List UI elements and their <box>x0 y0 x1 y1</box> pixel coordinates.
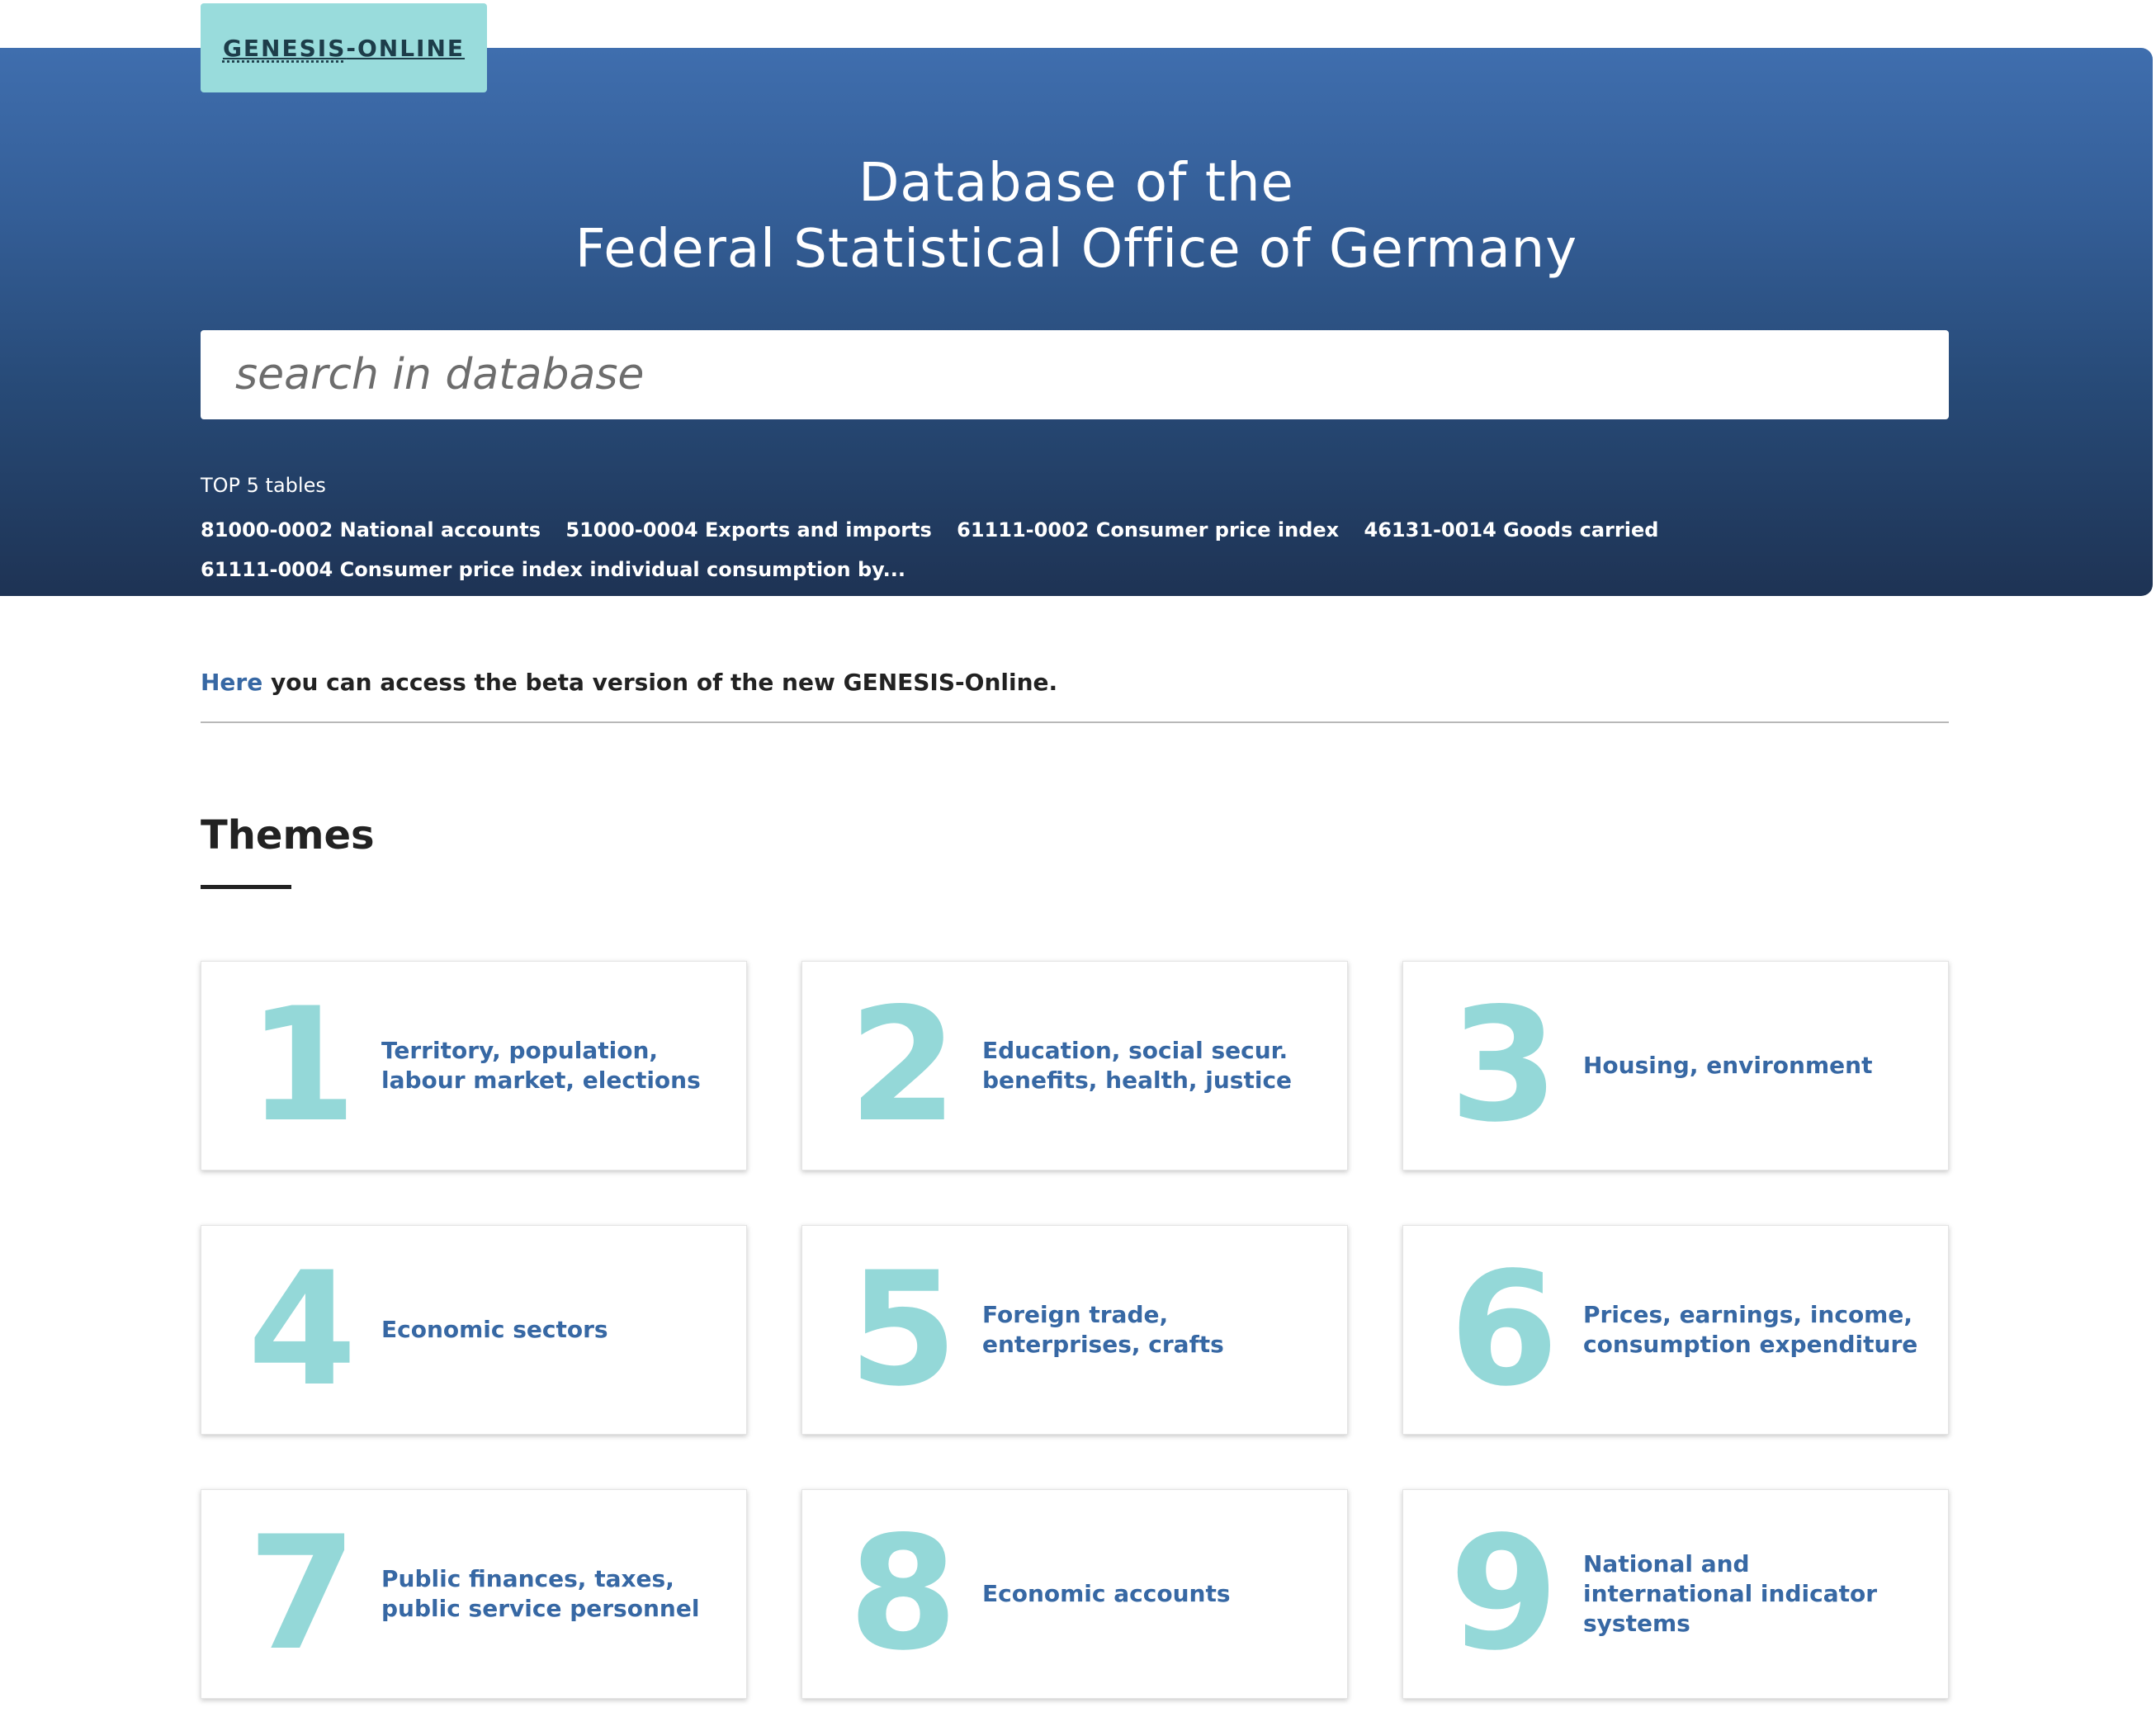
divider <box>201 721 1949 723</box>
themes-heading: Themes <box>201 812 375 858</box>
theme-label: Economic accounts <box>982 1580 1231 1607</box>
theme-card-1[interactable]: 1 Territory, population, labour market, … <box>201 961 747 1171</box>
theme-number: 1 <box>248 974 357 1156</box>
themes-heading-underline <box>201 885 291 889</box>
logo-abbr: GENESIS <box>222 34 347 62</box>
theme-number: 2 <box>849 974 958 1156</box>
theme-label: Foreign trade, enterprises, crafts <box>982 1301 1224 1358</box>
header-banner: Database of the Federal Statistical Offi… <box>0 48 2153 596</box>
theme-card-3[interactable]: 3 Housing, environment <box>1402 961 1949 1171</box>
top5-link-5[interactable]: 61111-0004 Consumer price index individu… <box>201 558 905 581</box>
theme-label: Prices, earnings, income, consumption ex… <box>1583 1301 1918 1358</box>
theme-number: 5 <box>849 1238 958 1421</box>
theme-label: Housing, environment <box>1583 1052 1873 1079</box>
theme-label: Economic sectors <box>381 1316 608 1343</box>
theme-label: Public finances, taxes, public service p… <box>381 1565 700 1622</box>
beta-notice: Here you can access the beta version of … <box>201 669 1057 696</box>
genesis-online-logo-button[interactable]: GENESIS -ONLINE <box>201 3 487 92</box>
top5-link-2[interactable]: 51000-0004 Exports and imports <box>565 518 931 542</box>
theme-card-7[interactable]: 7 Public finances, taxes, public service… <box>201 1489 747 1699</box>
theme-card-6[interactable]: 6 Prices, earnings, income, consumption … <box>1402 1225 1949 1435</box>
top5-link-1[interactable]: 81000-0002 National accounts <box>201 518 541 542</box>
theme-number: 7 <box>248 1502 357 1685</box>
theme-number: 8 <box>849 1502 958 1685</box>
theme-card-8[interactable]: 8 Economic accounts <box>801 1489 1348 1699</box>
theme-card-5[interactable]: 5 Foreign trade, enterprises, crafts <box>801 1225 1348 1435</box>
beta-link[interactable]: Here <box>201 669 262 696</box>
beta-text: you can access the beta version of the n… <box>262 669 1058 696</box>
top5-links: 81000-0002 National accounts 51000-0004 … <box>201 510 1769 589</box>
logo-rest: -ONLINE <box>346 34 466 62</box>
page-title: Database of the Federal Statistical Offi… <box>0 150 2153 282</box>
theme-card-9[interactable]: 9 National and international indicator s… <box>1402 1489 1949 1699</box>
top5-link-3[interactable]: 61111-0002 Consumer price index <box>957 518 1339 542</box>
theme-label: Territory, population, labour market, el… <box>381 1037 701 1094</box>
theme-label: Education, social secur. benefits, healt… <box>982 1037 1293 1094</box>
title-line-2: Federal Statistical Office of Germany <box>574 219 1578 280</box>
theme-card-2[interactable]: 2 Education, social secur. benefits, hea… <box>801 961 1348 1171</box>
theme-number: 9 <box>1449 1502 1559 1685</box>
page: Database of the Federal Statistical Offi… <box>0 0 2156 1717</box>
theme-card-4[interactable]: 4 Economic sectors <box>201 1225 747 1435</box>
top5-label: TOP 5 tables <box>201 474 326 497</box>
title-line-1: Database of the <box>858 153 1294 214</box>
theme-number: 3 <box>1449 974 1559 1156</box>
theme-number: 6 <box>1449 1238 1559 1421</box>
search-input[interactable] <box>201 330 1949 419</box>
theme-label: National and international indicator sys… <box>1583 1550 1878 1637</box>
top5-link-4[interactable]: 46131-0014 Goods carried <box>1364 518 1659 542</box>
theme-number: 4 <box>248 1238 357 1421</box>
